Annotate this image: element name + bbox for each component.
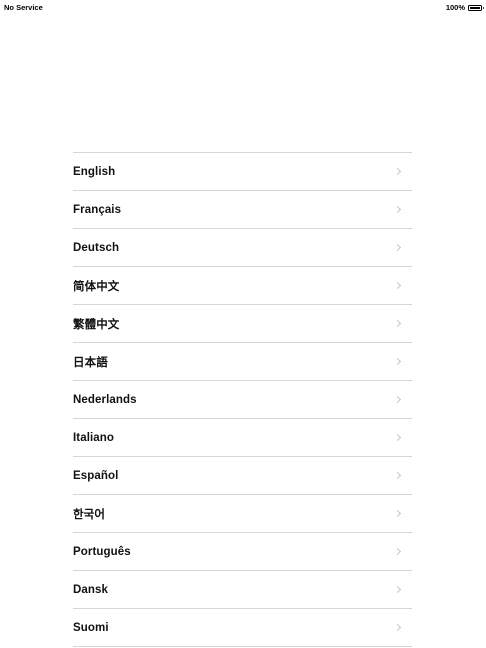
chevron-right-icon bbox=[393, 623, 402, 632]
chevron-right-icon bbox=[393, 357, 402, 366]
battery-percent: 100% bbox=[445, 3, 465, 12]
chevron-right-icon bbox=[393, 319, 402, 328]
language-item[interactable]: 简体中文 bbox=[73, 267, 412, 305]
language-label: 简体中文 bbox=[73, 280, 120, 293]
language-label: Suomi bbox=[73, 621, 109, 634]
language-item[interactable]: Deutsch bbox=[73, 229, 412, 267]
chevron-right-icon bbox=[393, 585, 402, 594]
chevron-right-icon bbox=[393, 471, 402, 480]
chevron-right-icon bbox=[393, 509, 402, 518]
language-label: Deutsch bbox=[73, 241, 120, 254]
language-item[interactable]: 한국어 bbox=[73, 495, 412, 533]
language-item[interactable]: Español bbox=[73, 457, 412, 495]
language-label: 日本語 bbox=[73, 356, 108, 369]
carrier-label: No Service bbox=[4, 3, 43, 12]
chevron-right-icon bbox=[393, 205, 402, 214]
chevron-right-icon bbox=[393, 433, 402, 442]
language-label: Italiano bbox=[73, 431, 115, 444]
language-label: Français bbox=[73, 203, 122, 216]
chevron-right-icon bbox=[393, 243, 402, 252]
battery-status: 100% bbox=[445, 3, 484, 12]
chevron-right-icon bbox=[393, 547, 402, 556]
language-item[interactable]: Italiano bbox=[73, 419, 412, 457]
language-item[interactable]: Suomi bbox=[73, 609, 412, 647]
language-list: English Français Deutsch 简体中文繁體中文日本語 Nederla… bbox=[73, 152, 412, 647]
language-label: Português bbox=[73, 545, 131, 558]
language-item[interactable]: 日本語 bbox=[73, 343, 412, 381]
chevron-right-icon bbox=[393, 281, 402, 290]
language-item[interactable]: Dansk bbox=[73, 571, 412, 609]
chevron-right-icon bbox=[393, 167, 402, 176]
language-label: 繁體中文 bbox=[73, 318, 120, 331]
language-label: Nederlands bbox=[73, 393, 137, 406]
chevron-right-icon bbox=[393, 395, 402, 404]
battery-icon bbox=[468, 4, 484, 11]
status-bar: No Service 100% bbox=[0, 0, 486, 14]
language-item[interactable]: English bbox=[73, 153, 412, 191]
language-label: English bbox=[73, 165, 116, 178]
language-item[interactable]: Nederlands bbox=[73, 381, 412, 419]
battery-tip bbox=[482, 6, 484, 9]
language-item[interactable]: 繁體中文 bbox=[73, 305, 412, 343]
language-item[interactable]: Português bbox=[73, 533, 412, 571]
language-label: Español bbox=[73, 469, 119, 482]
language-item[interactable]: Français bbox=[73, 191, 412, 229]
battery-fill bbox=[470, 6, 480, 9]
language-label: Dansk bbox=[73, 583, 109, 596]
language-label: 한국어 bbox=[73, 508, 106, 521]
